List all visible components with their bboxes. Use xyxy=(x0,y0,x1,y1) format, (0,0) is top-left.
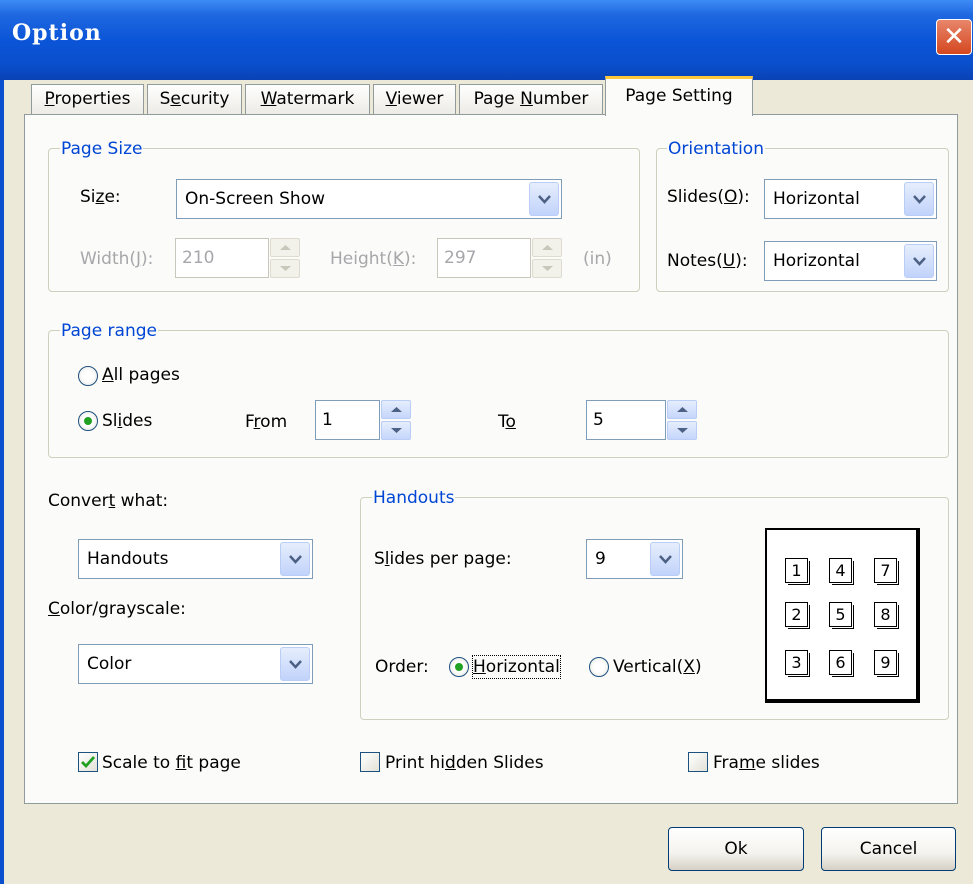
print-hidden-slides-label[interactable]: Print hidden Slides xyxy=(385,752,544,774)
preview-slide: 8 xyxy=(874,602,899,629)
dropdown-arrow-icon[interactable] xyxy=(280,647,310,681)
scale-to-fit-label[interactable]: Scale to fit page xyxy=(102,752,241,774)
page-size-group-label: Page Size xyxy=(60,139,144,159)
page-size-select[interactable]: On-Screen Show xyxy=(176,179,562,219)
all-pages-radio[interactable] xyxy=(78,366,98,386)
cancel-button[interactable]: Cancel xyxy=(821,827,956,871)
slides-label[interactable]: Slides xyxy=(102,410,152,432)
convert-what-label: Convert what: xyxy=(48,491,169,511)
notes-orientation-select[interactable]: Horizontal xyxy=(764,241,937,281)
page-size-value: On-Screen Show xyxy=(185,189,326,209)
width-spinner[interactable] xyxy=(270,238,300,278)
scale-to-fit-checkbox[interactable] xyxy=(78,752,98,772)
spin-up-icon[interactable] xyxy=(532,238,562,257)
title-bar[interactable]: Option ✕ xyxy=(0,0,973,80)
frame-slides-checkbox[interactable] xyxy=(688,752,708,772)
preview-slide: 5 xyxy=(829,602,854,629)
spin-up-icon[interactable] xyxy=(381,400,411,419)
size-label: Size: xyxy=(80,187,121,207)
tab-page-number[interactable]: Page Number xyxy=(459,84,603,114)
to-spinner[interactable] xyxy=(667,400,697,440)
preview-slide: 3 xyxy=(785,650,810,677)
tab-viewer[interactable]: Viewer xyxy=(373,84,456,114)
width-label: Width(J): xyxy=(80,249,154,269)
order-vertical-radio[interactable] xyxy=(589,657,609,677)
order-horizontal-radio[interactable] xyxy=(449,657,469,677)
order-vertical-label[interactable]: Vertical(X) xyxy=(613,656,702,678)
window-title: Option xyxy=(12,20,102,46)
preview-slide: 2 xyxy=(785,602,810,629)
spin-up-icon[interactable] xyxy=(667,400,697,419)
tab-security[interactable]: Security xyxy=(147,84,242,114)
tab-properties[interactable]: Properties xyxy=(31,84,144,114)
slides-per-page-select[interactable]: 9 xyxy=(586,539,683,579)
preview-slide: 9 xyxy=(874,650,899,677)
window-frame xyxy=(0,80,4,884)
slides-orientation-select[interactable]: Horizontal xyxy=(764,179,937,219)
notes-orientation-label: Notes(U): xyxy=(667,251,748,271)
from-label: From xyxy=(245,412,288,432)
to-label: To xyxy=(498,412,516,432)
height-input[interactable]: 297 xyxy=(437,238,531,278)
page-range-group-label: Page range xyxy=(60,321,158,341)
unit-label: (in) xyxy=(583,249,612,269)
spin-up-icon[interactable] xyxy=(270,238,300,257)
checkmark-icon xyxy=(81,756,95,769)
ok-button[interactable]: Ok xyxy=(668,827,804,871)
tab-watermark[interactable]: Watermark xyxy=(245,84,370,114)
close-button[interactable]: ✕ xyxy=(936,19,972,55)
preview-slide: 1 xyxy=(785,558,810,585)
orientation-group-label: Orientation xyxy=(667,139,765,159)
from-input[interactable]: 1 xyxy=(315,400,380,440)
preview-slide: 7 xyxy=(874,558,899,585)
height-label: Height(K): xyxy=(330,249,417,269)
from-spinner[interactable] xyxy=(381,400,411,440)
dropdown-arrow-icon[interactable] xyxy=(280,542,310,576)
convert-what-select[interactable]: Handouts xyxy=(78,539,313,579)
handout-layout-preview: 1 4 7 2 5 8 3 6 9 xyxy=(765,528,920,703)
all-pages-label[interactable]: All pages xyxy=(102,364,180,386)
dropdown-arrow-icon[interactable] xyxy=(529,182,559,216)
spin-down-icon[interactable] xyxy=(270,259,300,278)
close-icon: ✕ xyxy=(943,22,965,52)
frame-slides-label[interactable]: Frame slides xyxy=(713,752,820,774)
order-horizontal-label[interactable]: Horizontal xyxy=(472,655,561,679)
color-grayscale-select[interactable]: Color xyxy=(78,644,313,684)
page-range-group xyxy=(48,330,949,458)
print-hidden-slides-checkbox[interactable] xyxy=(360,752,380,772)
option-dialog: Option ✕ Properties Security Watermark V… xyxy=(0,0,973,884)
dropdown-arrow-icon[interactable] xyxy=(904,182,934,216)
radio-selected-dot xyxy=(84,417,92,425)
color-grayscale-label: Color/grayscale: xyxy=(48,599,186,619)
slides-per-page-label: Slides per page: xyxy=(374,549,512,569)
dropdown-arrow-icon[interactable] xyxy=(650,542,680,576)
dropdown-arrow-icon[interactable] xyxy=(904,244,934,278)
slides-radio[interactable] xyxy=(78,411,98,431)
tab-page-setting[interactable]: Page Setting xyxy=(605,76,753,116)
preview-slide: 4 xyxy=(829,558,854,585)
spin-down-icon[interactable] xyxy=(532,259,562,278)
spin-down-icon[interactable] xyxy=(667,421,697,440)
order-label: Order: xyxy=(375,657,429,677)
height-spinner[interactable] xyxy=(532,238,562,278)
slides-orientation-label: Slides(O): xyxy=(667,187,750,207)
to-input[interactable]: 5 xyxy=(586,400,666,440)
handouts-group-label: Handouts xyxy=(372,488,456,508)
radio-selected-dot xyxy=(455,663,463,671)
width-input[interactable]: 210 xyxy=(175,238,269,278)
preview-slide: 6 xyxy=(829,650,854,677)
spin-down-icon[interactable] xyxy=(381,421,411,440)
